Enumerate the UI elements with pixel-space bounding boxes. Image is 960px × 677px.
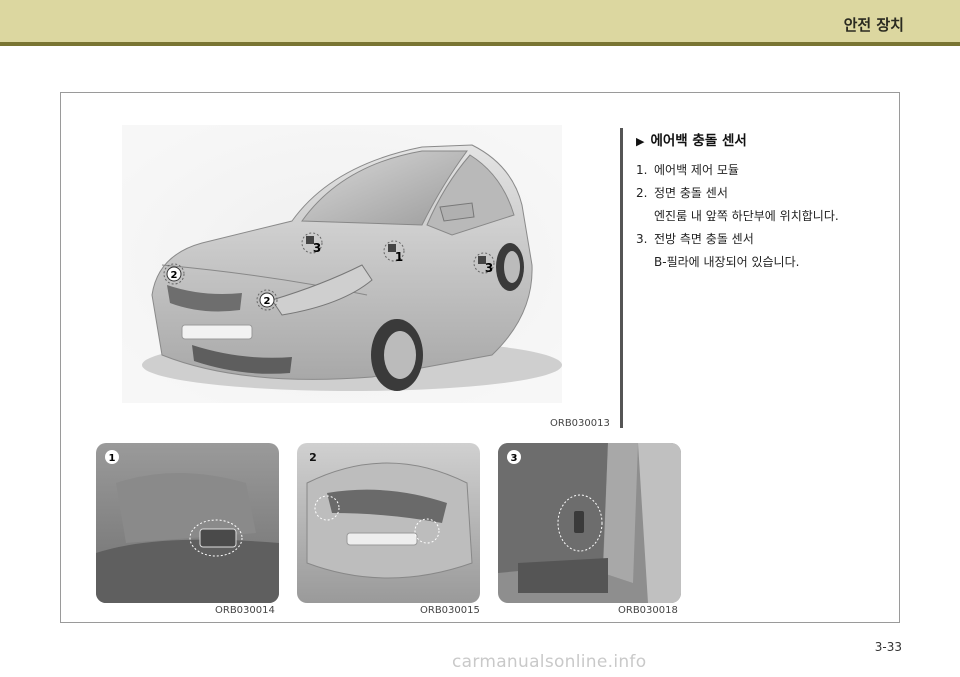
main-figure-code: ORB030013 xyxy=(550,418,610,429)
car-illustration: 2 2 3 1 3 xyxy=(122,125,562,403)
section-title: 안전 장치 xyxy=(843,16,904,34)
info-item-detail: B-필라에 내장되어 있습니다. xyxy=(654,255,800,269)
thumbnail-code-1: ORB030014 xyxy=(215,605,275,616)
thumbnail-code-2: ORB030015 xyxy=(420,605,480,616)
info-item: 2. 정면 충돌 센서 xyxy=(636,186,728,200)
svg-text:2: 2 xyxy=(171,270,178,281)
header-band xyxy=(0,0,960,42)
svg-text:2: 2 xyxy=(309,451,317,464)
thumbnail-code-3: ORB030018 xyxy=(618,605,678,616)
svg-text:3: 3 xyxy=(313,241,321,255)
thumbnail-front-sensor: 2 xyxy=(297,443,480,603)
thumbnail-airbag-module: 1 xyxy=(96,443,279,603)
thumbnail-label-3: 3 xyxy=(507,450,521,464)
thumbnail-side-sensor: 3 xyxy=(498,443,681,603)
info-item: 3. 전방 측면 충돌 센서 xyxy=(636,232,754,246)
svg-text:2: 2 xyxy=(264,296,271,307)
header-rule xyxy=(0,42,960,46)
info-item-detail: 엔진룸 내 앞쪽 하단부에 위치합니다. xyxy=(654,209,839,223)
info-title: ▶ 에어백 충돌 센서 xyxy=(636,129,896,149)
svg-text:1: 1 xyxy=(109,453,116,464)
info-panel: ▶ 에어백 충돌 센서 1. 에어백 제어 모듈 2. 정면 충돌 센서 엔진룸 내 … xyxy=(636,129,896,274)
svg-text:3: 3 xyxy=(485,261,493,275)
info-title-text: 에어백 충돌 센서 xyxy=(650,133,747,149)
info-item: 1. 에어백 제어 모듈 xyxy=(636,163,739,177)
info-divider xyxy=(620,128,623,428)
thumbnail-label-2: 2 xyxy=(309,451,317,464)
svg-text:3: 3 xyxy=(511,453,518,464)
page-number: 3-33 xyxy=(874,640,902,654)
watermark: carmanualsonline.info xyxy=(452,652,647,672)
svg-text:1: 1 xyxy=(395,250,403,264)
thumbnail-label-1: 1 xyxy=(105,450,119,464)
triangle-bullet-icon: ▶ xyxy=(636,135,645,148)
